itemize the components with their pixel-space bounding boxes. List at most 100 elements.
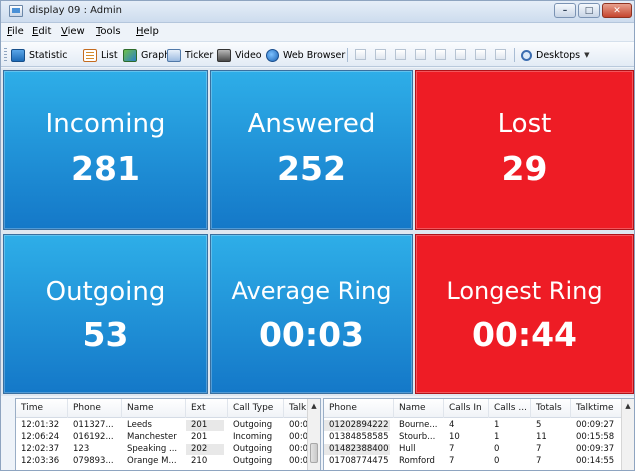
calls-grid-scrollbar[interactable]: ▲ [307, 399, 320, 470]
web-browser-label: Web Browser [283, 49, 346, 61]
tile-average-ring[interactable]: Average Ring 00:03 [210, 234, 413, 394]
app-window: display 09 : Admin – □ ✕ File Edit View … [0, 0, 635, 471]
align-bottom-icon[interactable] [415, 49, 426, 60]
table-cell: 01202894222 [324, 420, 390, 431]
table-cell: 4 [449, 420, 455, 430]
column-header[interactable]: Calls In [444, 399, 489, 418]
table-cell: 201 [186, 420, 224, 431]
table-cell: Outgoing [233, 456, 273, 466]
align-top-icon[interactable] [395, 49, 406, 60]
desktops-dropdown[interactable]: Desktops ▼ [521, 47, 590, 63]
statistic-label: Statistic [29, 49, 68, 61]
menu-help-rest: elp [143, 26, 159, 37]
table-cell: 7 [536, 444, 542, 454]
scroll-up-icon[interactable]: ▲ [308, 399, 320, 413]
scroll-thumb[interactable] [310, 443, 318, 463]
menu-help-accel: H [136, 26, 144, 37]
desktops-label: Desktops [536, 49, 581, 61]
same-size-icon[interactable] [475, 49, 486, 60]
globe-icon [266, 48, 279, 62]
menu-help[interactable]: Help [136, 26, 159, 37]
table-cell: 12:03:36 [21, 456, 60, 466]
ticker-label: Ticker [185, 49, 214, 61]
menu-bar: File Edit View Tools Help [1, 24, 634, 41]
video-button[interactable]: Video [217, 47, 262, 63]
calls-grid: Time Phone Name Ext Call Type Talk 12:01… [15, 398, 321, 470]
table-row[interactable]: 12:03:36 079893... Orange M... 210 Outgo… [16, 456, 320, 467]
table-cell: Speaking ... [127, 444, 178, 454]
grid-snap-icon[interactable] [495, 49, 506, 60]
statistic-button[interactable]: Statistic [11, 47, 67, 63]
web-browser-button[interactable]: Web Browser [266, 47, 345, 63]
list-icon [83, 48, 97, 62]
table-cell: Hull [399, 444, 416, 454]
tile-value: 00:03 [258, 315, 365, 354]
tile-value: 53 [82, 315, 129, 354]
same-height-icon[interactable] [455, 49, 466, 60]
tile-label: Longest Ring [446, 277, 603, 305]
table-cell: Outgoing [233, 444, 273, 454]
column-header[interactable]: Phone [68, 399, 122, 418]
table-cell: 5 [536, 420, 542, 430]
menu-view[interactable]: View [61, 26, 85, 37]
table-cell: 0 [494, 444, 500, 454]
column-header[interactable]: Talk [284, 399, 309, 418]
table-cell: 00:0 [289, 432, 309, 442]
tile-incoming[interactable]: Incoming 281 [3, 70, 208, 230]
column-header[interactable]: Calls ... [489, 399, 531, 418]
callers-grid-scrollbar[interactable]: ▲ [621, 399, 634, 470]
column-header[interactable]: Call Type [228, 399, 284, 418]
scroll-up-icon[interactable]: ▲ [622, 399, 634, 413]
title-bar[interactable]: display 09 : Admin – □ ✕ [1, 1, 634, 23]
toolbar-separator [514, 48, 515, 62]
table-cell: 12:01:32 [21, 420, 60, 430]
menu-edit[interactable]: Edit [32, 26, 51, 37]
close-icon: ✕ [613, 6, 621, 16]
column-header[interactable]: Totals [531, 399, 571, 418]
table-row[interactable]: 12:01:32 011327... Leeds 201 Outgoing 00… [16, 420, 320, 431]
tile-lost[interactable]: Lost 29 [415, 70, 634, 230]
table-cell: 00:14:55 [576, 456, 615, 466]
statistic-icon [11, 48, 25, 62]
menu-file[interactable]: File [7, 26, 24, 37]
column-header[interactable]: Ext [186, 399, 228, 418]
toolbar-grip-icon[interactable] [4, 48, 7, 62]
graph-button[interactable]: Graph [123, 47, 170, 63]
tile-label: Answered [247, 109, 376, 139]
tile-answered[interactable]: Answered 252 [210, 70, 413, 230]
column-header[interactable]: Name [122, 399, 186, 418]
column-header[interactable]: Name [394, 399, 444, 418]
table-row[interactable]: 01202894222 Bourne... 4 1 5 00:09:27 [324, 420, 634, 431]
align-center-icon[interactable] [375, 49, 386, 60]
tile-longest-ring[interactable]: Longest Ring 00:44 [415, 234, 634, 394]
table-cell: 7 [449, 444, 455, 454]
column-header[interactable]: Phone [324, 399, 394, 418]
toolbar-separator [347, 48, 348, 62]
table-cell: Outgoing [233, 420, 273, 430]
table-cell: Orange M... [127, 456, 177, 466]
close-button[interactable]: ✕ [602, 3, 632, 18]
minimize-button[interactable]: – [554, 3, 576, 18]
list-button[interactable]: List [83, 47, 118, 63]
column-header[interactable]: Time [16, 399, 68, 418]
tile-outgoing[interactable]: Outgoing 53 [3, 234, 208, 394]
same-width-icon[interactable] [435, 49, 446, 60]
table-cell: 00:0 [289, 444, 309, 454]
table-cell: 202 [186, 444, 224, 455]
maximize-button[interactable]: □ [578, 3, 600, 18]
minimize-icon: – [562, 6, 568, 16]
table-row[interactable]: 01708774475 Romford 7 0 7 00:14:55 [324, 456, 634, 467]
column-header[interactable]: Talktime [571, 399, 623, 418]
table-row[interactable]: 12:06:24 016192... Manchester 201 Incomi… [16, 432, 320, 443]
table-cell: 123 [73, 444, 90, 454]
table-row[interactable]: 01482388400 Hull 7 0 7 00:09:37 [324, 444, 634, 455]
table-cell: Bourne... [399, 420, 438, 430]
chevron-down-icon: ▼ [584, 51, 590, 59]
tile-value: 00:44 [471, 315, 578, 354]
ticker-button[interactable]: Ticker [167, 47, 213, 63]
ticker-icon [167, 48, 181, 62]
align-left-icon[interactable] [355, 49, 366, 60]
menu-tools[interactable]: Tools [96, 26, 121, 37]
table-row[interactable]: 01384858585 Stourb... 10 1 11 00:15:58 [324, 432, 634, 443]
table-row[interactable]: 12:02:37 123 Speaking ... 202 Outgoing 0… [16, 444, 320, 455]
